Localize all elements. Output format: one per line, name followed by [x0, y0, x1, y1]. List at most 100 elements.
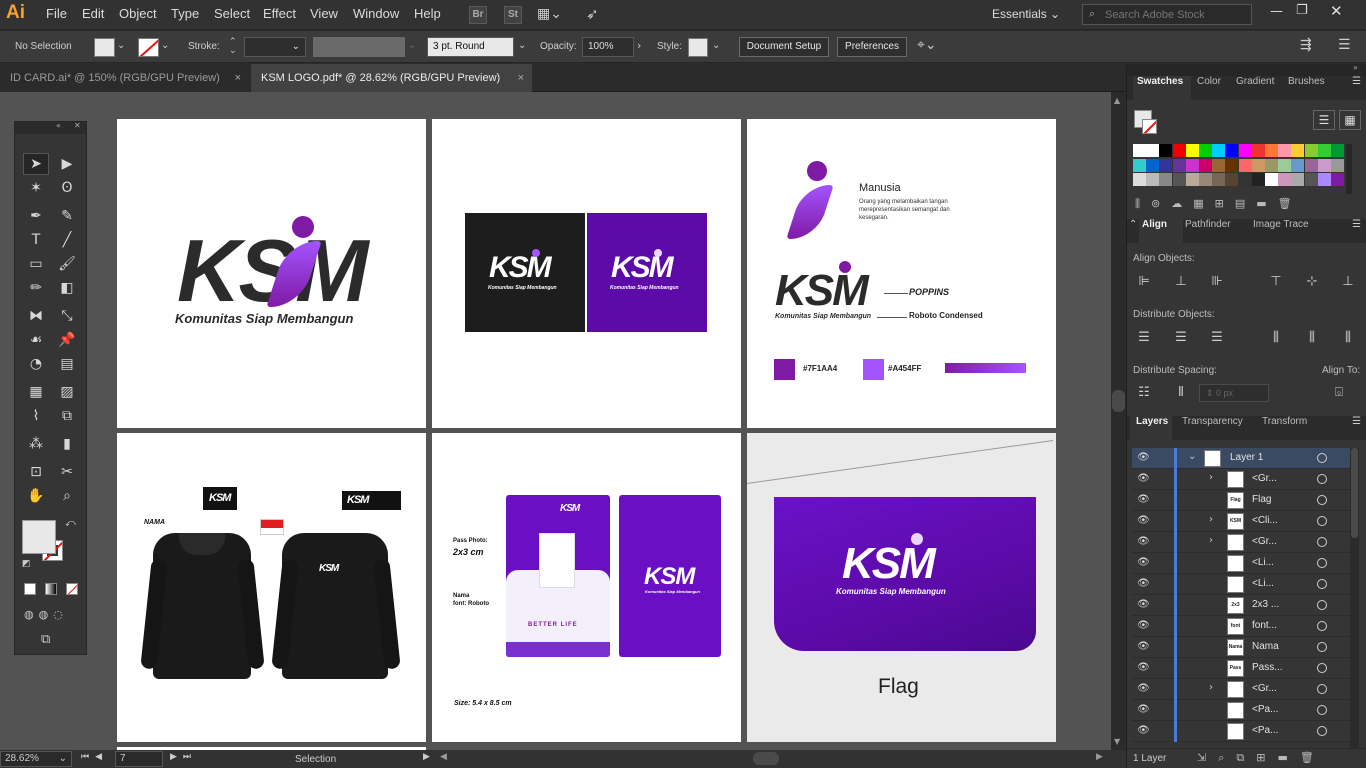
layer-target-icon[interactable] — [1317, 579, 1327, 589]
none-mode-icon[interactable] — [66, 583, 78, 595]
bridge-button[interactable]: Br — [469, 6, 487, 24]
layer-row[interactable]: 👁 Flag Flag — [1132, 490, 1352, 511]
magic-wand-tool-icon[interactable]: ✶ — [23, 177, 49, 199]
layer-name[interactable]: <Gr... — [1252, 473, 1277, 484]
color-swatch[interactable] — [1199, 173, 1212, 186]
stock-button[interactable]: St — [504, 6, 522, 24]
color-swatch[interactable] — [1133, 158, 1146, 172]
menu-edit[interactable]: Edit — [82, 6, 104, 21]
grid-view-icon[interactable]: ▦ — [1339, 110, 1361, 130]
color-swatch[interactable] — [1225, 144, 1239, 157]
slice-tool-icon[interactable]: ✂ — [54, 461, 80, 483]
distribute-left-icon[interactable]: ⫼ — [1267, 329, 1285, 347]
rectangle-tool-icon[interactable]: ▭ — [23, 253, 49, 275]
menu-select[interactable]: Select — [214, 6, 250, 21]
color-swatch[interactable] — [1172, 173, 1186, 186]
artboard-logo-variants[interactable]: KSM Komunitas Siap Membangun KSM Komunit… — [432, 119, 741, 428]
layer-target-icon[interactable] — [1317, 474, 1327, 484]
layer-target-icon[interactable] — [1317, 495, 1327, 505]
distribute-vertical-space-icon[interactable]: ☷ — [1135, 384, 1153, 402]
color-mode-icon[interactable] — [24, 583, 36, 595]
layer-row[interactable]: 👁 › <Gr... — [1132, 679, 1352, 700]
color-swatch[interactable] — [1212, 173, 1226, 186]
scroll-up-icon[interactable]: ▲ — [1114, 96, 1120, 105]
layer-row[interactable]: 👁 <Pa... — [1132, 721, 1352, 742]
artboard-number-field[interactable]: 7 — [115, 751, 163, 767]
layer-name[interactable]: <Li... — [1252, 578, 1274, 589]
color-swatch[interactable] — [1331, 173, 1344, 186]
zoom-tool-icon[interactable]: ⌕ — [54, 485, 80, 507]
color-swatch[interactable] — [1146, 173, 1160, 186]
swatch-footer-icons[interactable]: ⫼⊚☁▦⊞▤▬🗑 — [1135, 197, 1303, 211]
color-swatch[interactable] — [1331, 158, 1344, 172]
pen-tool-icon[interactable]: ✒ — [23, 205, 49, 227]
brush-dropdown-icon[interactable]: ⌄ — [518, 40, 526, 51]
visibility-eye-icon[interactable]: 👁 — [1137, 683, 1151, 695]
tab-transparency[interactable]: Transparency — [1182, 416, 1243, 440]
workspace-switcher[interactable]: Essentials ⌄ — [992, 7, 1060, 21]
curvature-tool-icon[interactable]: ✎ — [54, 205, 80, 227]
mesh-tool-icon[interactable]: ▦ — [23, 381, 49, 403]
gradient-tool-icon[interactable]: ▨ — [54, 381, 80, 403]
arrange-documents-icon[interactable]: ▦⌄ — [537, 6, 562, 22]
layer-row[interactable]: 👁 › <Gr... — [1132, 532, 1352, 553]
fill-dropdown-icon[interactable]: ⌄ — [117, 40, 125, 51]
layer-name[interactable]: Pass... — [1252, 662, 1283, 673]
color-swatch[interactable] — [1278, 144, 1292, 157]
direct-selection-tool-icon[interactable]: ▶ — [54, 153, 80, 175]
color-swatch[interactable] — [1265, 144, 1278, 157]
layer-target-icon[interactable] — [1317, 516, 1327, 526]
minimize-icon[interactable]: — — [1270, 4, 1283, 19]
color-swatch[interactable] — [1304, 144, 1318, 157]
perspective-grid-tool-icon[interactable]: ▤ — [54, 353, 80, 375]
stroke-weight-field[interactable]: ⌄ — [244, 37, 306, 57]
type-tool-icon[interactable]: T — [23, 229, 49, 251]
scale-tool-icon[interactable]: ⤡ — [54, 305, 80, 327]
layer-name[interactable]: 2x3 ... — [1252, 599, 1279, 610]
tab-layers[interactable]: Layers — [1130, 416, 1172, 440]
status-menu-icon[interactable]: ▶ — [423, 752, 430, 762]
brush-definition[interactable]: 3 pt. Round — [427, 37, 514, 57]
layer-target-icon[interactable] — [1317, 621, 1327, 631]
artboard-logo[interactable]: KSM Komunitas Siap Membangun — [117, 119, 426, 428]
shape-builder-tool-icon[interactable]: ◔ — [23, 353, 49, 375]
color-swatch[interactable] — [1172, 144, 1186, 157]
stock-search[interactable]: ⌕ — [1082, 4, 1252, 25]
collapse-icon[interactable]: « — [56, 121, 61, 130]
visibility-eye-icon[interactable]: 👁 — [1137, 641, 1151, 653]
fill-indicator[interactable] — [22, 520, 56, 554]
hand-tool-icon[interactable]: ✋ — [23, 485, 49, 507]
color-swatch[interactable] — [1133, 173, 1146, 186]
distribute-center-vertical-icon[interactable]: ☰ — [1172, 329, 1190, 347]
collapse-dock-icon[interactable]: » — [1353, 63, 1358, 72]
close-window-icon[interactable]: ✕ — [1330, 2, 1343, 20]
align-to-dropdown-icon[interactable]: ⌺ — [1330, 384, 1348, 402]
layer-target-icon[interactable] — [1317, 705, 1327, 715]
align-menu-icon[interactable]: ☰ — [1352, 219, 1361, 243]
tab-image-trace[interactable]: Image Trace — [1253, 219, 1309, 243]
visibility-eye-icon[interactable]: 👁 — [1137, 704, 1151, 716]
layer-name[interactable]: Nama — [1252, 641, 1279, 652]
layer-name[interactable]: <Gr... — [1252, 683, 1277, 694]
color-swatch[interactable] — [1159, 173, 1173, 186]
stock-search-input[interactable] — [1105, 7, 1245, 22]
expand-arrow-icon[interactable]: › — [1209, 682, 1213, 693]
lasso-tool-icon[interactable]: ʘ — [54, 177, 80, 199]
align-bottom-icon[interactable]: ⊥ — [1339, 273, 1357, 291]
layer-target-icon[interactable] — [1317, 642, 1327, 652]
stroke-stepper-icon[interactable]: ⌃ ⌄ — [229, 38, 243, 57]
tab-ksm-logo[interactable]: KSM LOGO.pdf* @ 28.62% (RGB/GPU Preview)… — [251, 64, 532, 92]
visibility-eye-icon[interactable]: 👁 — [1137, 725, 1151, 737]
tools-panel-header[interactable]: « ✕ — [15, 121, 86, 134]
artboard-tool-icon[interactable]: ⊡ — [23, 461, 49, 483]
layer-target-icon[interactable] — [1317, 453, 1327, 463]
variable-width-profile[interactable] — [313, 37, 405, 57]
artboard-jackets[interactable]: KSM KSM NAMA KSM — [117, 433, 426, 742]
color-swatch[interactable] — [1304, 173, 1318, 186]
opacity-field[interactable]: 100% — [582, 37, 634, 57]
tab-swatches[interactable]: Swatches — [1133, 76, 1191, 100]
tab-color[interactable]: Color — [1197, 76, 1221, 100]
arrange-icon[interactable]: ⇶ — [1300, 37, 1312, 53]
menu-view[interactable]: View — [310, 6, 338, 21]
control-menu-icon[interactable]: ☰ — [1338, 37, 1351, 53]
